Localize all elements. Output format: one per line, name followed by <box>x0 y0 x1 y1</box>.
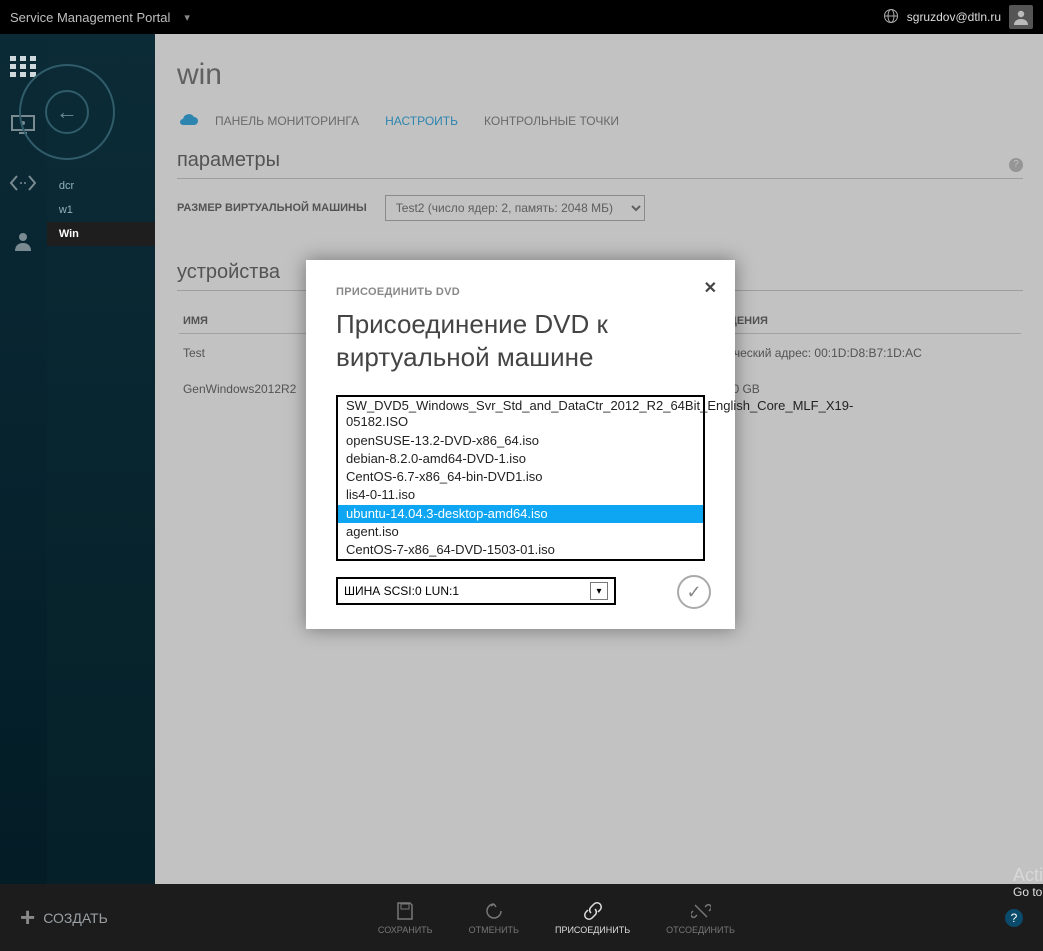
modal-label: ПРИСОЕДИНИТЬ DVD <box>336 286 705 298</box>
back-button[interactable]: ← <box>19 64 115 160</box>
cancel-action[interactable]: ОТМЕНИТЬ <box>469 901 519 935</box>
sidebar-item-win[interactable]: Win <box>47 222 155 246</box>
iso-option[interactable]: openSUSE-13.2-DVD-x86_64.iso <box>338 432 703 450</box>
iso-dropdown-list[interactable]: SW_DVD5_Windows_Svr_Std_and_DataCtr_2012… <box>336 395 705 561</box>
cancel-label: ОТМЕНИТЬ <box>469 925 519 935</box>
sidebar-item-w1[interactable]: w1 <box>47 198 155 222</box>
code-icon[interactable] <box>6 168 40 198</box>
watermark-line1: Acti <box>1013 866 1043 886</box>
topbar: Service Management Portal ▾ sgruzdov@dtl… <box>0 0 1043 34</box>
bottombar: + СОЗДАТЬ СОХРАНИТЬ ОТМЕНИТЬ ПРИСОЕДИНИТ… <box>0 884 1043 951</box>
user-icon[interactable] <box>6 226 40 256</box>
plus-icon: + <box>20 902 35 933</box>
detach-label: ОТСОЕДИНИТЬ <box>666 925 735 935</box>
avatar[interactable] <box>1009 5 1033 29</box>
create-button[interactable]: + СОЗДАТЬ <box>20 902 108 933</box>
help-button[interactable]: ? <box>1005 909 1023 927</box>
attach-action[interactable]: ПРИСОЕДИНИТЬ <box>555 901 630 935</box>
iso-option[interactable]: debian-8.2.0-amd64-DVD-1.iso <box>338 450 703 468</box>
modal-title: Присоединение DVD к виртуальной машине <box>336 308 705 373</box>
attach-dvd-modal: ПРИСОЕДИНИТЬ DVD ✕ Присоединение DVD к в… <box>306 260 735 629</box>
iso-option[interactable]: CentOS-6.7-x86_64-bin-DVD1.iso <box>338 468 703 486</box>
save-action[interactable]: СОХРАНИТЬ <box>378 901 433 935</box>
save-label: СОХРАНИТЬ <box>378 925 433 935</box>
iso-option[interactable]: CentOS-7-x86_64-DVD-1503-01.iso <box>338 541 703 559</box>
iconbar <box>0 34 47 884</box>
detach-action[interactable]: ОТСОЕДИНИТЬ <box>666 901 735 935</box>
user-email[interactable]: sgruzdov@dtln.ru <box>907 10 1001 24</box>
chevron-down-icon[interactable]: ▾ <box>184 11 190 24</box>
create-label: СОЗДАТЬ <box>43 910 108 926</box>
watermark-line2: Go to <box>1013 886 1043 899</box>
iso-option[interactable]: agent.iso <box>338 523 703 541</box>
globe-icon[interactable] <box>883 8 899 27</box>
iso-option[interactable]: SW_DVD5_Windows_Svr_Std_and_DataCtr_2012… <box>338 397 703 432</box>
chevron-down-icon: ▾ <box>590 582 608 600</box>
bus-value: ШИНА SCSI:0 LUN:1 <box>344 584 459 598</box>
sidebar-item-dcr[interactable]: dcr <box>47 174 155 198</box>
attach-label: ПРИСОЕДИНИТЬ <box>555 925 630 935</box>
close-icon[interactable]: ✕ <box>704 278 717 298</box>
confirm-button[interactable]: ✓ <box>677 575 711 609</box>
bus-select[interactable]: ШИНА SCSI:0 LUN:1 ▾ <box>336 577 616 605</box>
iso-option[interactable]: ubuntu-14.04.3-desktop-amd64.iso <box>338 505 703 523</box>
sidebar: ← dcr w1 Win <box>47 34 155 884</box>
portal-title: Service Management Portal <box>10 10 170 25</box>
activation-watermark: Acti Go to <box>1013 866 1043 899</box>
back-arrow-icon: ← <box>45 90 89 134</box>
iso-option[interactable]: lis4-0-11.iso <box>338 486 703 504</box>
